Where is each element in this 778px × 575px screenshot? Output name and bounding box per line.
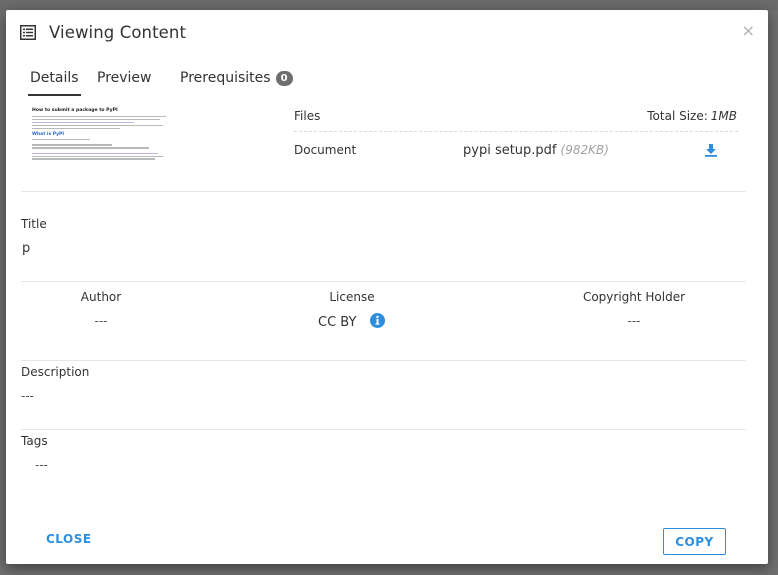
tab-prerequisites[interactable]: Prerequisites 0 <box>180 70 293 86</box>
tab-preview[interactable]: Preview <box>97 70 152 86</box>
total-size-value: 1MB <box>710 109 737 123</box>
document-thumbnail: How to submit a package to PyPI What is … <box>30 106 176 188</box>
total-size: Total Size: 1MB <box>647 109 737 123</box>
close-icon[interactable]: × <box>742 21 755 40</box>
info-icon[interactable] <box>370 313 385 328</box>
thumbnail-text-line <box>32 158 155 160</box>
description-label: Description <box>21 365 90 379</box>
file-type-label: Document <box>294 143 357 157</box>
section-divider <box>21 191 746 192</box>
section-divider <box>21 429 746 430</box>
tab-details[interactable]: Details <box>30 70 79 86</box>
copy-button[interactable]: COPY <box>663 528 726 555</box>
thumbnail-text-line <box>32 116 167 118</box>
thumbnail-text-line <box>32 147 149 149</box>
files-header: Files <box>294 109 321 123</box>
copyright-holder-label: Copyright Holder <box>582 290 686 304</box>
license-label: License <box>329 290 375 304</box>
thumbnail-text-line <box>32 127 120 129</box>
section-divider <box>21 281 746 282</box>
tags-value: --- <box>35 458 48 472</box>
title-value: p <box>22 241 31 256</box>
thumbnail-subheading: What is PyPI <box>32 131 64 137</box>
list-document-icon <box>20 25 36 40</box>
download-icon[interactable] <box>704 143 718 157</box>
backdrop <box>0 0 778 10</box>
thumbnail-text-line <box>32 118 161 121</box>
file-name: pypi setup.pdf <box>463 143 557 158</box>
file-size: (982KB) <box>560 143 609 157</box>
tab-prerequisites-label: Prerequisites <box>180 70 271 86</box>
thumbnail-text-line <box>32 138 91 141</box>
close-button[interactable]: CLOSE <box>46 532 92 546</box>
active-tab-indicator <box>28 94 81 96</box>
thumbnail-text-line <box>32 155 164 157</box>
thumbnail-text-line <box>32 144 113 146</box>
thumbnail-text-line <box>32 121 135 124</box>
thumbnail-heading: How to submit a package to PyPI <box>32 108 118 113</box>
file-row: pypi setup.pdf (982KB) <box>463 143 609 158</box>
modal-title: Viewing Content <box>49 23 187 42</box>
author-label: Author <box>80 290 122 304</box>
viewing-content-modal: Viewing Content × Details Preview Prereq… <box>6 10 768 564</box>
section-divider <box>21 360 746 361</box>
description-value: --- <box>21 389 34 403</box>
title-label: Title <box>21 217 47 231</box>
copyright-holder-value: --- <box>627 314 641 328</box>
prerequisites-count-badge: 0 <box>275 71 293 86</box>
license-value: CC BY <box>318 315 357 330</box>
tags-label: Tags <box>21 434 48 448</box>
modal-header: Viewing Content × <box>6 10 768 56</box>
thumbnail-text-line <box>32 152 158 155</box>
author-value: --- <box>94 314 108 328</box>
thumbnail-text-line <box>32 124 164 127</box>
total-size-label: Total Size: <box>647 109 708 123</box>
files-divider <box>294 131 738 132</box>
